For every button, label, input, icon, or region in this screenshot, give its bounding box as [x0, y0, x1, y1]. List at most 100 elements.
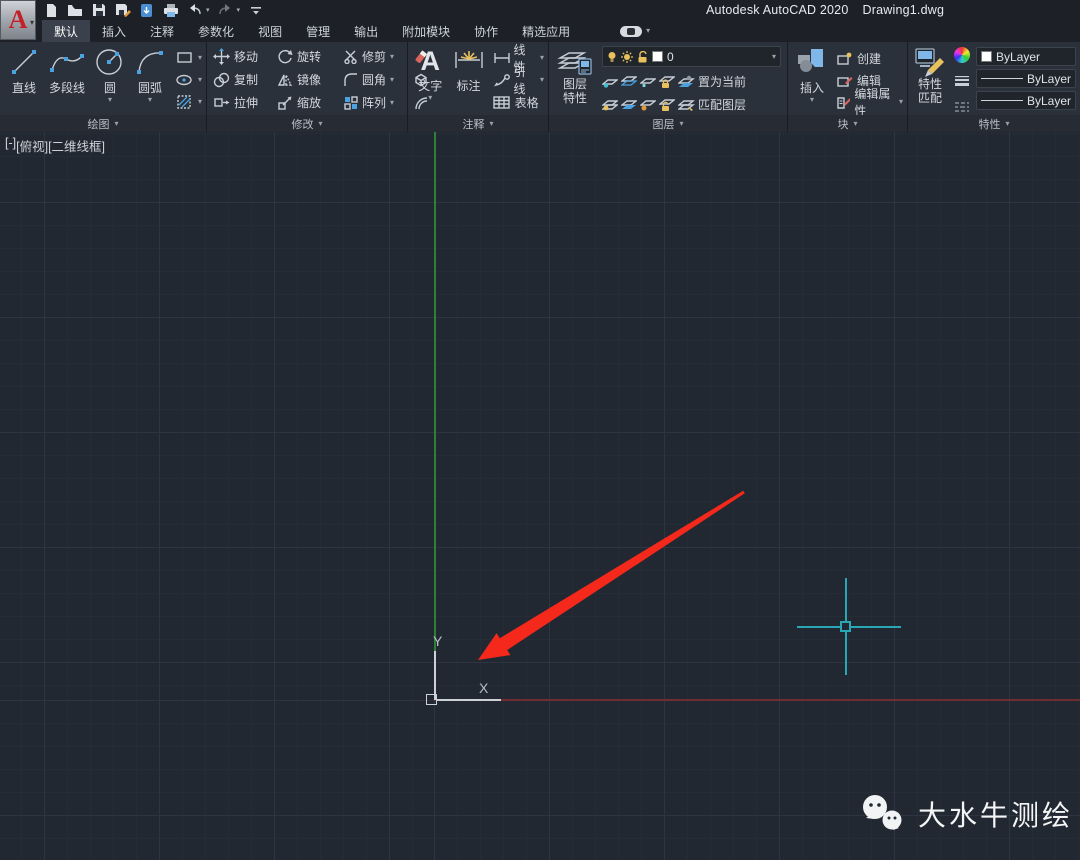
match-properties-button[interactable]: 特性匹配: [912, 45, 948, 115]
save-web-mobile-button[interactable]: [138, 2, 155, 18]
drawing-canvas[interactable]: [-] [俯视] [二维线框] Y X: [0, 132, 1080, 860]
layer-match-button[interactable]: 匹配图层: [678, 93, 746, 115]
array-button[interactable]: 阵列▾: [343, 94, 413, 111]
panel-annotation-footer[interactable]: 注释 ▾: [408, 115, 548, 132]
object-color-select[interactable]: ByLayer: [976, 47, 1076, 66]
hatch-button[interactable]: ▾: [176, 91, 202, 113]
tab-manage[interactable]: 管理: [294, 20, 342, 42]
chevron-down-icon: ▾: [318, 120, 322, 128]
save-as-button[interactable]: [114, 2, 131, 18]
panel-draw-footer[interactable]: 绘图 ▾: [0, 115, 206, 132]
polyline-button[interactable]: 多段线: [44, 45, 90, 115]
ribbon-display-toggle[interactable]: ▾: [620, 20, 650, 42]
match-properties-icon: [914, 46, 946, 78]
line-button[interactable]: 直线: [4, 45, 44, 115]
fillet-icon: [343, 72, 358, 87]
edit-attr-dropdown-icon[interactable]: ▾: [899, 98, 903, 106]
layer-set-current-button[interactable]: 置为当前: [678, 70, 746, 92]
tab-home[interactable]: 默认: [42, 20, 90, 42]
copy-icon: [213, 72, 230, 88]
layer-select[interactable]: 0 ▾: [602, 46, 781, 67]
panel-draw: 直线 多段线 圆 ▾ 圆弧 ▾ ▾ ▾: [0, 42, 207, 132]
undo-button[interactable]: [186, 2, 203, 18]
rotate-button[interactable]: 旋转: [277, 48, 343, 65]
layer-unisolate-icon: [621, 75, 637, 88]
redo-button[interactable]: [217, 2, 234, 18]
block-edit-attr-button[interactable]: 编辑属性▾: [836, 91, 903, 113]
tab-insert[interactable]: 插入: [90, 20, 138, 42]
application-menu-button[interactable]: A ▾: [0, 0, 36, 40]
open-file-button[interactable]: [66, 2, 83, 18]
viewport-minimize-control[interactable]: [-]: [5, 136, 16, 155]
redo-dropdown-icon[interactable]: ▾: [237, 6, 241, 14]
color-wheel-icon[interactable]: [954, 47, 970, 63]
arc-dropdown-icon[interactable]: ▾: [148, 96, 152, 104]
text-dropdown-icon[interactable]: ▾: [428, 94, 432, 102]
stretch-button[interactable]: 拉伸: [213, 94, 277, 111]
text-icon: A: [420, 46, 440, 76]
crosshair-pickbox: [840, 621, 851, 632]
circle-icon: [93, 46, 127, 78]
tab-output[interactable]: 输出: [342, 20, 390, 42]
linetype-select[interactable]: ByLayer: [976, 91, 1076, 110]
copy-button[interactable]: 复制: [213, 71, 277, 88]
polyline-icon: [47, 46, 87, 78]
undo-dropdown-icon[interactable]: ▾: [206, 6, 210, 14]
trim-button[interactable]: 修剪▾: [343, 48, 413, 65]
fillet-button[interactable]: 圆角▾: [343, 71, 413, 88]
panel-modify-footer[interactable]: 修改 ▾: [207, 115, 407, 132]
mirror-button[interactable]: 镜像: [277, 71, 343, 88]
block-create-button[interactable]: 创建: [836, 47, 903, 69]
panel-block-footer[interactable]: 块 ▾: [788, 115, 907, 132]
table-button[interactable]: 表格: [493, 91, 544, 113]
title-bar: ▾ ▾ Autodesk AutoCAD 2020 Drawing1.dwg: [0, 0, 1080, 20]
wechat-icon: [860, 794, 908, 834]
insert-block-button[interactable]: 插入 ▾: [792, 45, 832, 115]
insert-dropdown-icon[interactable]: ▾: [810, 96, 814, 104]
lineweight-select[interactable]: ByLayer: [976, 69, 1076, 88]
move-button[interactable]: 移动: [213, 48, 277, 65]
linear-dropdown-icon[interactable]: ▾: [540, 54, 544, 62]
ellipse-button[interactable]: ▾: [176, 69, 202, 91]
viewport-visual-style-control[interactable]: [二维线框]: [48, 136, 105, 155]
leader-icon: [493, 74, 510, 87]
layer-properties-button[interactable]: 图层特性: [553, 45, 597, 115]
rectangle-button[interactable]: ▾: [176, 47, 202, 69]
layer-unlock-icon: [637, 51, 648, 63]
panel-modify: 移动 旋转 修剪▾ 复制 镜像 圆角▾ 拉伸 缩放 阵列▾ 修改 ▾: [207, 42, 408, 132]
tab-annotate[interactable]: 注释: [138, 20, 186, 42]
plot-button[interactable]: [162, 2, 179, 18]
array-icon: [343, 95, 358, 110]
fillet-dropdown-icon[interactable]: ▾: [390, 76, 394, 84]
viewport-view-control[interactable]: [俯视]: [16, 136, 48, 155]
dimension-button[interactable]: 标注: [448, 45, 488, 115]
trim-dropdown-icon[interactable]: ▾: [390, 53, 394, 61]
object-color-value: ByLayer: [996, 50, 1040, 64]
layer-isolate-icon: [602, 75, 618, 88]
qat-customize-button[interactable]: [247, 2, 264, 18]
text-button[interactable]: A 文字 ▾: [412, 45, 448, 115]
panel-properties-footer[interactable]: 特性 ▾: [908, 115, 1080, 132]
scale-icon: [277, 95, 293, 111]
linetype-icon[interactable]: [954, 101, 970, 113]
panel-annotation-label: 注释: [462, 116, 484, 132]
tab-parametric[interactable]: 参数化: [186, 20, 246, 42]
tab-collaborate[interactable]: 协作: [462, 20, 510, 42]
new-file-button[interactable]: [42, 2, 59, 18]
leader-dropdown-icon[interactable]: ▾: [540, 76, 544, 84]
lineweight-icon[interactable]: [954, 75, 970, 89]
tab-featured-apps[interactable]: 精选应用: [510, 20, 582, 42]
document-title: Drawing1.dwg: [863, 3, 945, 17]
array-dropdown-icon[interactable]: ▾: [390, 99, 394, 107]
tab-view[interactable]: 视图: [246, 20, 294, 42]
leader-button[interactable]: 引线▾: [493, 69, 544, 91]
chevron-down-icon: ▾: [198, 76, 202, 84]
circle-dropdown-icon[interactable]: ▾: [108, 96, 112, 104]
arc-button[interactable]: 圆弧 ▾: [130, 45, 170, 115]
tab-addins[interactable]: 附加模块: [390, 20, 462, 42]
scale-button[interactable]: 缩放: [277, 94, 343, 111]
panel-layers-footer[interactable]: 图层 ▾: [549, 115, 787, 132]
circle-button[interactable]: 圆 ▾: [90, 45, 130, 115]
save-button[interactable]: [90, 2, 107, 18]
layer-thaw-icon: [640, 98, 656, 111]
